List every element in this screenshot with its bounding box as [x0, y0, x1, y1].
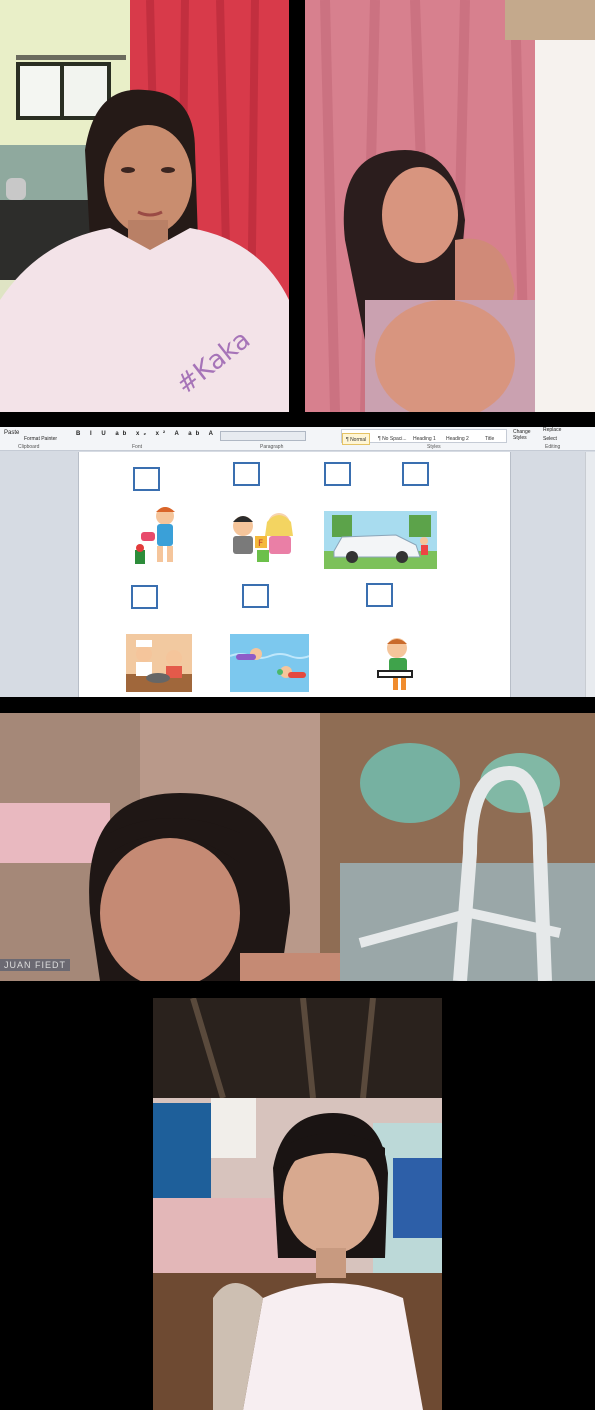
answer-box-6[interactable]: [242, 584, 269, 608]
select-button[interactable]: Select: [543, 436, 557, 442]
style-no-spacing[interactable]: ¶ No Spaci...: [375, 433, 410, 445]
video-feed-teacher-icon: #Kaka: [0, 0, 289, 412]
teacher-video-tile[interactable]: #Kaka: [0, 0, 289, 412]
kids-cooking-picture: [126, 634, 192, 692]
replace-button[interactable]: Replace: [543, 427, 561, 433]
answer-box-5[interactable]: [131, 585, 158, 609]
paragraph-extra-buttons[interactable]: [296, 431, 332, 441]
style-normal[interactable]: ¶ Normal: [342, 433, 371, 445]
kids-playing-blocks-picture: F: [233, 513, 293, 562]
girl-watering-plant-picture: [135, 507, 175, 564]
student-1-video-tile[interactable]: [305, 0, 595, 412]
group-paragraph: Paragraph: [260, 444, 284, 450]
paragraph-buttons[interactable]: [220, 431, 306, 441]
answer-box-7[interactable]: [366, 583, 393, 607]
document-page[interactable]: F: [78, 452, 511, 697]
styles-gallery[interactable]: ¶ Normal ¶ No Spaci... Heading 1 Heading…: [341, 429, 507, 445]
svg-text:F: F: [258, 539, 263, 549]
video-call-screen: #Kaka Paste Format Painter B I U ab x₂ x…: [0, 0, 595, 1410]
word-ribbon: Paste Format Painter B I U ab x₂ x² A ab…: [0, 427, 595, 451]
style-title[interactable]: Title: [482, 433, 497, 445]
answer-box-3[interactable]: [324, 462, 351, 486]
background-caption: JUAN FIEDT: [0, 959, 71, 971]
kids-washing-car-picture: [324, 511, 437, 569]
document-scrollbar[interactable]: [585, 452, 595, 697]
answer-box-2[interactable]: [233, 462, 260, 486]
video-feed-student-3-icon: [153, 998, 442, 1410]
font-format-buttons[interactable]: B I U ab x₂ x² A ab A: [76, 431, 217, 437]
video-feed-student-2-icon: [0, 713, 595, 981]
student-2-video-tile[interactable]: JUAN FIEDT: [0, 713, 595, 981]
paste-button[interactable]: Paste: [4, 430, 19, 436]
boy-playing-keyboard-picture: [377, 638, 413, 690]
group-clipboard: Clipboard: [18, 444, 40, 450]
student-3-video-tile[interactable]: [153, 998, 442, 1410]
change-styles-button[interactable]: Change Styles: [513, 429, 541, 441]
format-painter-button[interactable]: Format Painter: [24, 436, 57, 442]
group-font: Font: [132, 444, 143, 450]
kids-swimming-picture: [230, 634, 309, 692]
group-styles: Styles: [427, 444, 441, 450]
shared-screen[interactable]: Paste Format Painter B I U ab x₂ x² A ab…: [0, 427, 595, 697]
answer-box-1[interactable]: [133, 467, 160, 491]
group-editing: Editing: [545, 444, 561, 450]
style-heading-2[interactable]: Heading 2: [443, 433, 472, 445]
answer-box-4[interactable]: [402, 462, 429, 486]
video-feed-student-1-icon: [305, 0, 595, 412]
